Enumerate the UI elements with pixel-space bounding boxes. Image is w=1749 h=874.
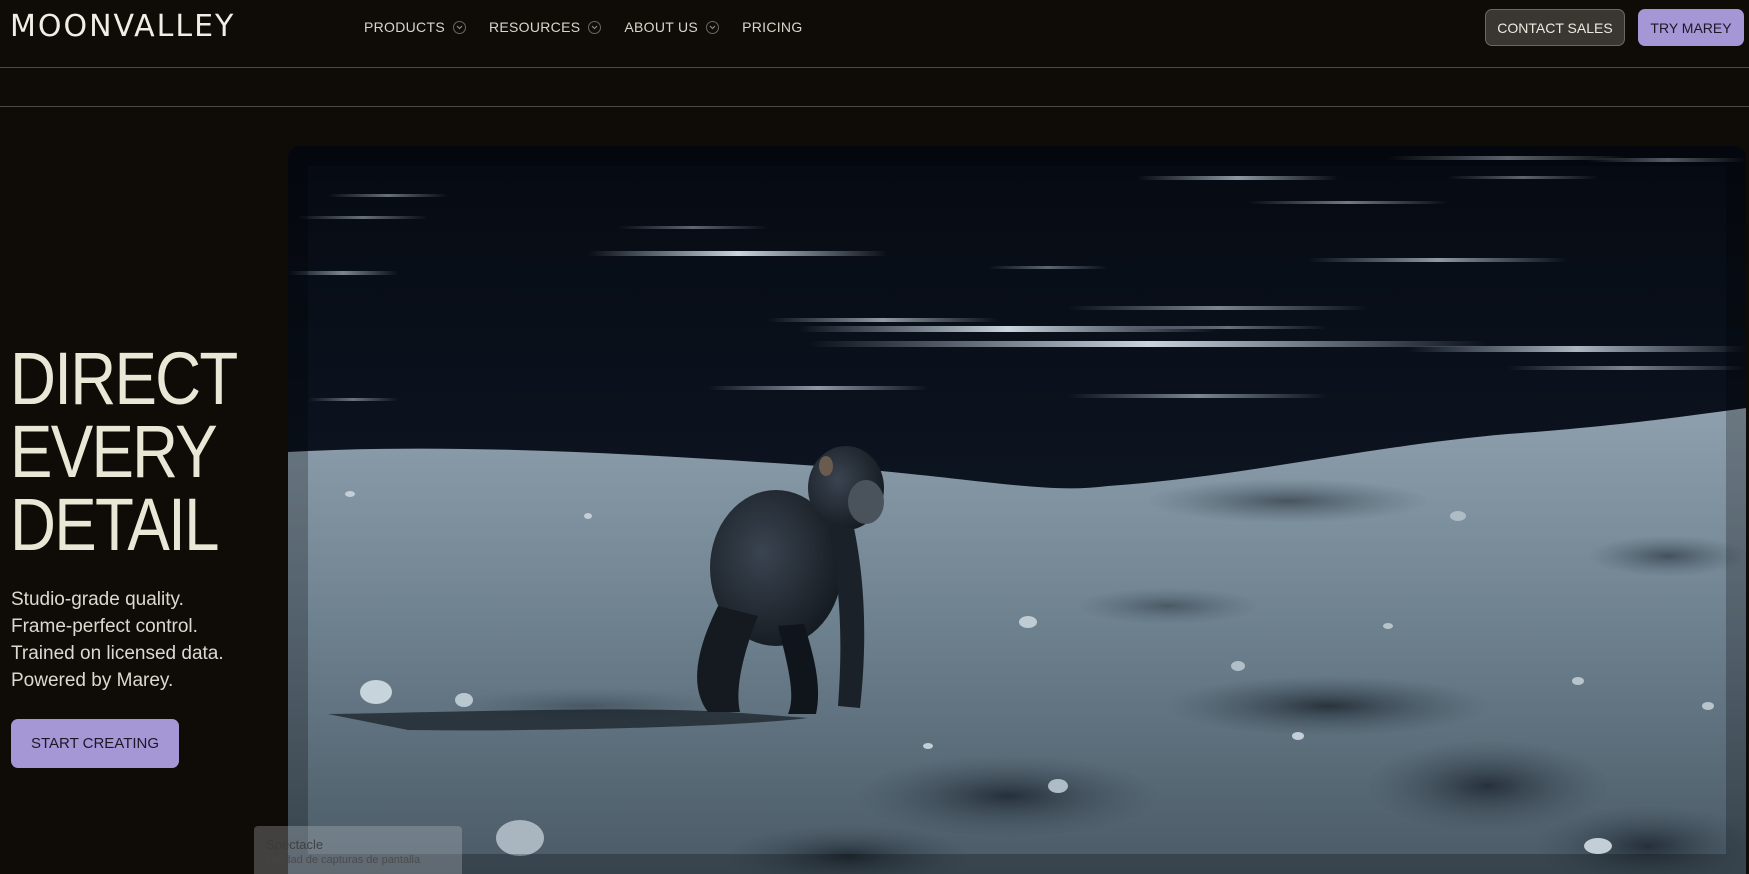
chevron-down-icon[interactable]: [452, 20, 466, 34]
moon-chimp-scene: [288, 146, 1746, 874]
hero-title-line: DETAIL: [10, 483, 219, 566]
nav-label-resources: RESOURCES: [488, 19, 581, 35]
nav-item-products[interactable]: PRODUCTS: [364, 16, 466, 38]
nav-item-resources[interactable]: RESOURCES: [488, 16, 602, 38]
chevron-down-icon[interactable]: [706, 20, 720, 34]
hero-subtitle-line: Powered by Marey.: [11, 670, 174, 691]
hero-subtitle-line: Studio-grade quality.: [11, 589, 184, 610]
nav-label-pricing: PRICING: [742, 19, 803, 35]
nav-label-about-us: ABOUT US: [624, 19, 699, 35]
main-nav: PRODUCTS RESOURCES ABOUT US PRICING: [364, 16, 826, 38]
moonvalley-logo[interactable]: MOONVALLEY: [10, 10, 235, 44]
chevron-down-icon[interactable]: [588, 20, 602, 34]
hero-video[interactable]: [288, 146, 1746, 874]
nav-item-about-us[interactable]: ABOUT US: [624, 16, 720, 38]
contact-sales-button[interactable]: CONTACT SALES: [1485, 9, 1625, 46]
try-marey-button[interactable]: TRY MAREY: [1638, 9, 1744, 46]
hero-subtitle-line: Frame-perfect control.: [11, 616, 198, 637]
site-header: MOONVALLEY PRODUCTS RESOURCES ABOUT US P…: [0, 0, 1749, 68]
screenshot-tool-tooltip: Spectacle Utilidad de capturas de pantal…: [254, 826, 462, 874]
hero-subtitle: Studio-grade quality. Frame-perfect cont…: [11, 586, 224, 694]
hero-title-line: EVERY: [10, 410, 218, 493]
nav-item-pricing[interactable]: PRICING: [742, 16, 802, 38]
hero-title: DIRECT EVERY DETAIL: [10, 337, 242, 566]
hero-subtitle-line: Trained on licensed data.: [11, 643, 224, 664]
tooltip-subtitle: Utilidad de capturas de pantalla: [266, 854, 421, 866]
start-creating-button[interactable]: START CREATING: [11, 719, 179, 768]
hero-title-line: DIRECT: [10, 337, 238, 420]
nav-label-products: PRODUCTS: [364, 19, 445, 35]
tooltip-title: Spectacle: [266, 837, 324, 852]
divider-line: [0, 106, 1749, 107]
